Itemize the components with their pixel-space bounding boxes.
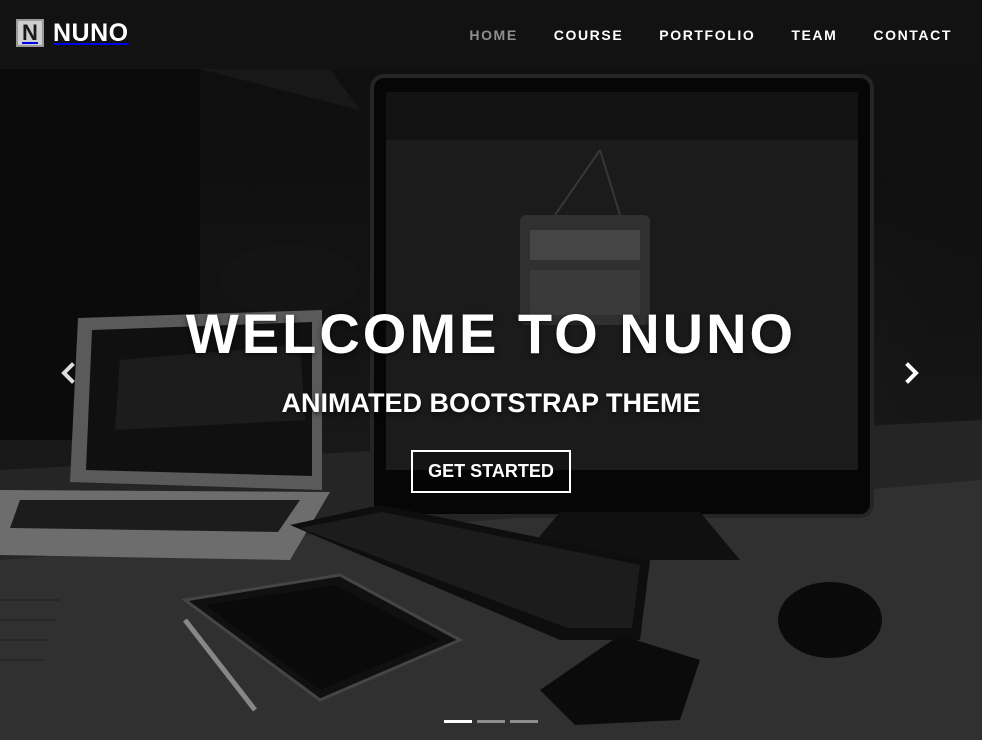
nav-menu: HOME COURSE PORTFOLIO TEAM CONTACT: [451, 0, 970, 69]
nav-item-home[interactable]: HOME: [451, 27, 535, 43]
hero-caption: WELCOME TO NUNO ANIMATED BOOTSTRAP THEME…: [0, 300, 982, 493]
carousel-indicator-2[interactable]: [477, 720, 505, 723]
hero-slider: WELCOME TO NUNO ANIMATED BOOTSTRAP THEME…: [0, 0, 982, 740]
nav-item-team[interactable]: TEAM: [773, 27, 855, 43]
chevron-left-icon: [61, 362, 75, 384]
brand-logo-link[interactable]: N NUNO: [16, 17, 129, 49]
carousel-indicator-1[interactable]: [444, 720, 472, 723]
nav-item-portfolio[interactable]: PORTFOLIO: [641, 27, 773, 43]
chevron-right-icon: [905, 362, 919, 384]
get-started-button[interactable]: GET STARTED: [411, 450, 571, 493]
hero-title: WELCOME TO NUNO: [185, 302, 797, 365]
carousel-next-button[interactable]: [896, 358, 926, 388]
nav-item-course[interactable]: COURSE: [536, 27, 642, 43]
nav-item-contact[interactable]: CONTACT: [855, 27, 970, 43]
carousel-indicator-3[interactable]: [510, 720, 538, 723]
carousel-prev-button[interactable]: [54, 358, 84, 388]
top-navbar: N NUNO HOME COURSE PORTFOLIO TEAM CONTAC…: [0, 0, 982, 69]
hero-subtitle: ANIMATED BOOTSTRAP THEME: [281, 388, 701, 418]
carousel-indicators: [0, 720, 982, 723]
logo-icon: N: [16, 19, 44, 47]
brand-name: NUNO: [53, 18, 129, 47]
